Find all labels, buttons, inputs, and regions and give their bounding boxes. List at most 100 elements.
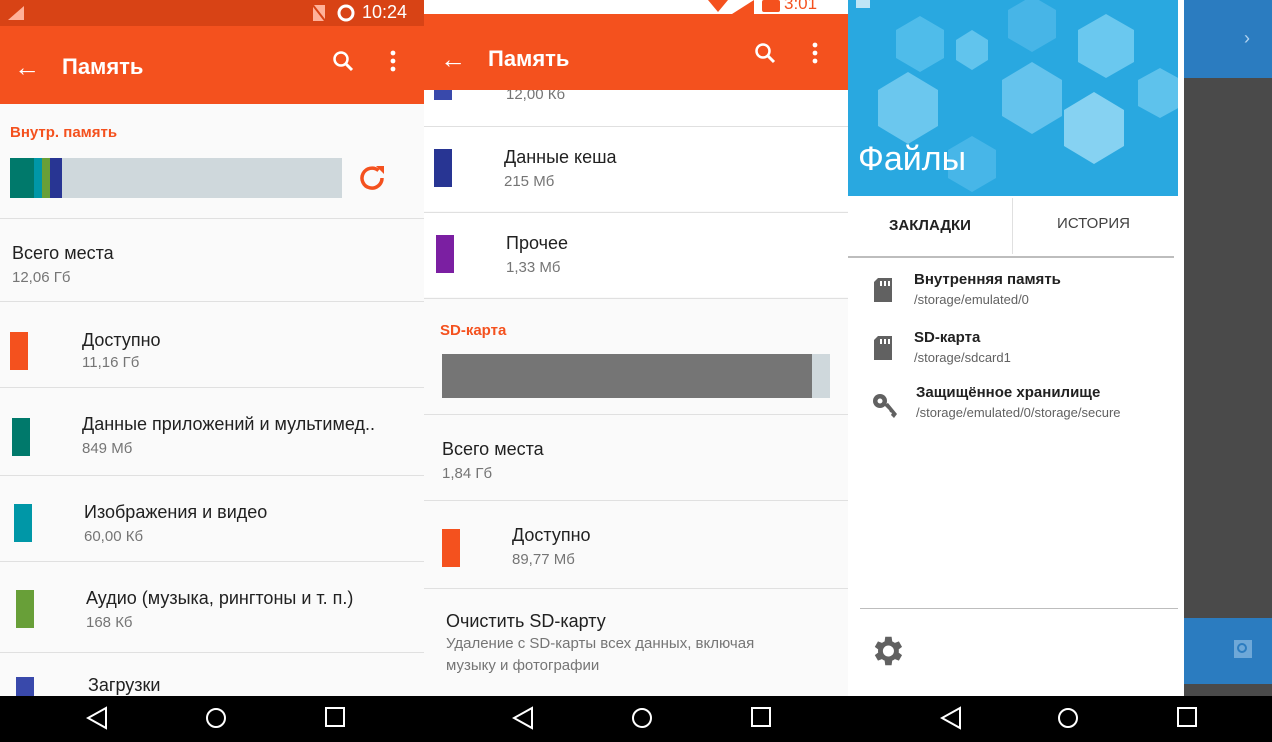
clear-sd-description: Удаление с SD-карты всех данных, включая — [446, 635, 755, 652]
item-title: Доступно — [82, 330, 161, 350]
status-bar: 3:01 — [424, 0, 848, 14]
page-title: Память — [488, 46, 570, 71]
bookmark-title: Внутренняя память — [914, 271, 1061, 288]
item-title: Прочее — [506, 233, 568, 253]
list-item[interactable]: Доступно 11,16 Гб — [0, 302, 424, 386]
clear-sd-title: Очистить SD-карту — [446, 611, 606, 631]
drawer-title: Файлы — [858, 140, 967, 178]
page-title: Память — [62, 54, 144, 79]
sd-total-space-row[interactable]: Всего места 1,84 Гб — [424, 415, 848, 499]
usage-segment — [10, 158, 34, 198]
status-bar: 10:24 — [0, 0, 424, 26]
bookmark-path: /storage/emulated/0/storage/secure — [916, 405, 1121, 420]
tab-bar: ЗАКЛАДКИ ИСТОРИЯ — [848, 196, 1174, 258]
item-value: 89,77 Мб — [512, 551, 575, 568]
total-space-row[interactable]: Всего места 12,06 Гб — [0, 219, 424, 301]
item-title: Данные приложений и мультимед.. — [82, 414, 375, 434]
sd-card-icon — [874, 278, 892, 302]
navigation-drawer: Файлы ЗАКЛАДКИ ИСТОРИЯ Внутренняя память… — [848, 0, 1184, 742]
usage-segment — [42, 158, 50, 198]
item-value: 11,16 Гб — [82, 354, 140, 371]
signal-icon — [8, 6, 24, 20]
clock: 3:01 — [784, 0, 818, 13]
search-icon — [1234, 640, 1252, 658]
section-label-internal: Внутр. память — [10, 124, 118, 141]
clear-sd-row[interactable]: Очистить SD-карту Удаление с SD-карты вс… — [424, 589, 848, 689]
key-icon — [873, 394, 897, 418]
color-swatch — [442, 529, 460, 567]
color-swatch — [14, 504, 32, 542]
list-item-partial[interactable]: 12,00 Кб — [424, 90, 848, 126]
back-arrow-icon[interactable]: ← — [14, 54, 40, 80]
usage-segment — [34, 158, 42, 198]
color-swatch — [16, 590, 34, 628]
item-value: 1,33 Мб — [506, 259, 561, 276]
bookmark-path: /storage/emulated/0 — [914, 292, 1029, 307]
chevron-right-icon: › — [1244, 28, 1250, 48]
item-value: 168 Кб — [86, 614, 133, 631]
total-space-title: Всего места — [12, 243, 114, 263]
more-vert-icon[interactable] — [812, 42, 818, 64]
recents-nav-icon[interactable] — [750, 706, 772, 728]
app-bar: ← Память — [0, 26, 424, 104]
recents-nav-icon[interactable] — [1176, 706, 1198, 728]
bookmark-item[interactable]: Внутренняя память /storage/emulated/0 — [848, 262, 1178, 320]
total-space-title: Всего места — [442, 439, 544, 459]
back-nav-icon[interactable] — [512, 706, 534, 730]
bookmark-path: /storage/sdcard1 — [914, 350, 1011, 365]
recents-nav-icon[interactable] — [324, 706, 346, 728]
total-space-value: 1,84 Гб — [442, 465, 493, 482]
divider — [860, 608, 1178, 609]
settings-gear-icon[interactable] — [868, 632, 906, 670]
bookmark-item[interactable]: SD-карта /storage/sdcard1 — [848, 320, 1178, 378]
list-item[interactable]: Изображения и видео 60,00 Кб — [0, 476, 424, 560]
drawer-header: Файлы — [848, 0, 1178, 196]
item-title: Аудио (музыка, рингтоны и т. п.) — [86, 588, 354, 608]
divider — [424, 298, 848, 299]
search-icon[interactable] — [754, 42, 776, 64]
list-item[interactable]: Данные приложений и мультимед.. 849 Мб — [0, 388, 424, 474]
storage-screen-internal: 10:24 ← Память Внутр. память Всего места… — [0, 0, 424, 742]
signal-icon — [708, 0, 754, 14]
item-title: Доступно — [512, 525, 591, 545]
back-nav-icon[interactable] — [940, 706, 962, 730]
usage-segment — [50, 158, 62, 198]
item-value: 60,00 Кб — [84, 528, 144, 545]
tab-bookmarks[interactable]: ЗАКЛАДКИ — [848, 196, 1012, 256]
total-space-value: 12,06 Гб — [12, 269, 71, 286]
section-label-sd: SD-карта — [440, 322, 507, 339]
item-value: 849 Мб — [82, 440, 133, 457]
color-swatch — [434, 149, 452, 187]
item-value: 12,00 Кб — [506, 90, 566, 103]
list-item[interactable]: Данные кеша 215 Мб — [424, 127, 848, 211]
item-value: 215 Мб — [504, 173, 555, 190]
bookmark-title: SD-карта — [914, 329, 981, 346]
list-item[interactable]: Аудио (музыка, рингтоны и т. п.) 168 Кб — [0, 562, 424, 652]
more-vert-icon[interactable] — [390, 50, 396, 72]
tab-history[interactable]: ИСТОРИЯ — [1013, 196, 1174, 256]
no-sim-icon — [312, 4, 326, 22]
home-nav-icon[interactable] — [204, 706, 228, 730]
storage-usage-bar — [10, 158, 342, 198]
files-drawer-screen: › Файлы ЗАКЛАДКИ ИСТОРИЯ Внутренняя памя… — [848, 0, 1272, 742]
back-arrow-icon[interactable]: ← — [440, 46, 466, 72]
list-item[interactable]: Доступно 89,77 Мб — [424, 501, 848, 587]
back-nav-icon[interactable] — [86, 706, 108, 730]
refresh-icon[interactable] — [356, 162, 388, 194]
list-item[interactable]: Прочее 1,33 Мб — [424, 213, 848, 297]
sd-usage-bar — [442, 354, 830, 398]
item-title: Данные кеша — [504, 147, 617, 167]
clock: 10:24 — [362, 2, 408, 22]
color-swatch — [10, 332, 28, 370]
status-bar-icon — [856, 0, 870, 8]
battery-icon — [762, 0, 780, 12]
item-title: Загрузки — [88, 675, 161, 695]
bookmark-item[interactable]: Защищённое хранилище /storage/emulated/0… — [848, 378, 1178, 436]
navigation-bar — [0, 696, 424, 742]
bookmark-title: Защищённое хранилище — [916, 384, 1101, 401]
home-nav-icon[interactable] — [630, 706, 654, 730]
item-title: Изображения и видео — [84, 502, 268, 522]
app-bar: ← Память — [424, 14, 848, 90]
home-nav-icon[interactable] — [1056, 706, 1080, 730]
search-icon[interactable] — [332, 50, 354, 72]
